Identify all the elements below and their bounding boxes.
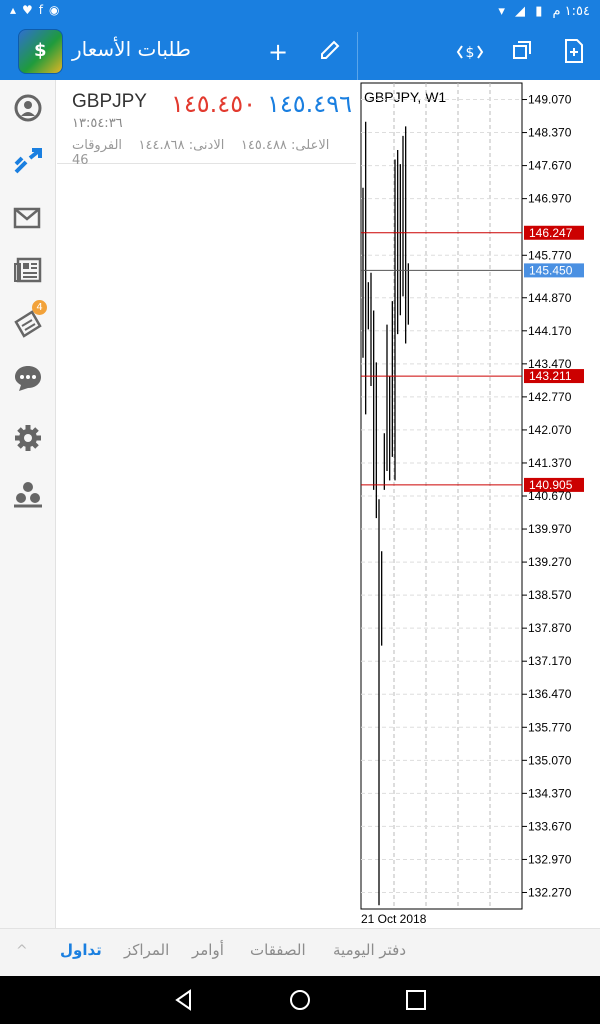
add-icon[interactable]: + <box>264 38 292 66</box>
chevron-up-icon[interactable]: ^ <box>16 943 30 959</box>
app-bar: طلبات الأسعار + $ <box>0 24 600 80</box>
ask-price: ١٤٥.٤٩٦ <box>267 90 352 118</box>
clock: ١:٥٤ م <box>552 4 590 19</box>
y-tick-label: 139.270 <box>528 555 572 569</box>
quote-row[interactable]: GBPJPY ١٤٥.٤٥٠ ١٤٥.٤٩٦ ١٣:٥٤:٣٦ الاعلى: … <box>57 84 356 168</box>
new-chart-icon[interactable] <box>560 38 588 66</box>
y-tick-label: 143.470 <box>528 357 572 371</box>
appbar-divider <box>357 32 358 80</box>
app-logo-icon[interactable] <box>18 29 63 74</box>
edit-icon[interactable] <box>316 38 344 66</box>
y-tick-label: 142.770 <box>528 390 572 404</box>
spread-label: الفروقات 46 <box>72 138 123 168</box>
y-tick-label: 147.670 <box>528 159 572 173</box>
y-tick-label: 132.970 <box>528 852 572 866</box>
y-tick-label: 148.370 <box>528 126 572 140</box>
chart-title: GBPJPY, W1 <box>364 89 446 105</box>
low-label: الادنى: ١٤٤.٨٦٨ <box>138 138 225 153</box>
status-bar: ▴♥f◉ ▾ ◢ ▮ ١:٥٤ م <box>0 0 600 24</box>
y-tick-label: 135.770 <box>528 720 572 734</box>
y-tick-label: 137.870 <box>528 621 572 635</box>
price-level-label: 143.211 <box>529 369 572 383</box>
community-icon[interactable] <box>12 478 44 510</box>
y-tick-label: 139.970 <box>528 522 572 536</box>
chart-panel[interactable]: GBPJPY, W1 21 Oct 2018 146.247 145.450 143… <box>357 80 600 928</box>
y-tick-label: 145.770 <box>528 248 572 262</box>
battery-icon: ▮ <box>535 4 543 19</box>
chart-date-label: 21 Oct 2018 <box>361 912 427 926</box>
y-tick-label: 144.870 <box>528 291 572 305</box>
y-tick-label: 149.070 <box>528 93 572 107</box>
bottom-nav: ^ تداول المراكز أوامر الصفقات دفتر اليوم… <box>0 928 600 976</box>
y-tick-label: 142.070 <box>528 423 572 437</box>
y-tick-label: 137.170 <box>528 654 572 668</box>
svg-text:$: $ <box>466 45 475 61</box>
low-high-spread: الاعلى: ١٤٥.٤٨٨ الادنى: ١٤٤.٨٦٨ الفروقات… <box>72 138 342 168</box>
tab-deals[interactable]: الصفقات <box>250 941 306 959</box>
home-icon[interactable] <box>288 988 312 1012</box>
y-tick-label: 140.670 <box>528 489 572 503</box>
y-tick-label: 146.970 <box>528 192 572 206</box>
account-icon[interactable] <box>12 92 44 124</box>
chat-icon[interactable] <box>12 362 44 394</box>
windows-icon[interactable] <box>508 38 536 66</box>
price-level-label: 146.247 <box>529 226 573 240</box>
settings-icon[interactable] <box>12 422 44 454</box>
tab-orders[interactable]: أوامر <box>192 941 224 959</box>
signal-icon: ◢ <box>515 4 526 19</box>
tab-journal[interactable]: دفتر اليومية <box>333 941 406 959</box>
system-nav-bar <box>0 976 600 1024</box>
y-tick-label: 136.470 <box>528 687 572 701</box>
status-right: ▾ ◢ ▮ ١:٥٤ م <box>492 4 590 19</box>
y-tick-label: 144.170 <box>528 324 572 338</box>
high-label: الاعلى: ١٤٥.٤٨٨ <box>240 138 330 153</box>
news-icon[interactable] <box>12 254 44 286</box>
back-icon[interactable] <box>172 988 196 1012</box>
calendar-icon[interactable] <box>12 308 44 340</box>
trade-nav-icon[interactable] <box>12 146 44 178</box>
notification-icons: ▴♥f◉ <box>10 3 66 17</box>
tab-positions[interactable]: المراكز <box>124 941 169 959</box>
symbol-name: GBPJPY <box>72 91 147 112</box>
price-chart[interactable]: GBPJPY, W1 21 Oct 2018 146.247 145.450 143… <box>357 80 600 928</box>
wifi-icon: ▾ <box>498 4 505 19</box>
page-title: طلبات الأسعار <box>72 37 191 61</box>
y-tick-label: 134.370 <box>528 786 572 800</box>
bid-price: ١٤٥.٤٥٠ <box>171 90 256 118</box>
y-tick-label: 133.670 <box>528 819 572 833</box>
y-tick-label: 135.070 <box>528 753 572 767</box>
recents-icon[interactable] <box>404 988 428 1012</box>
sidebar: 4 <box>0 80 56 928</box>
y-tick-label: 132.270 <box>528 885 572 899</box>
price-level-label: 145.450 <box>529 263 573 277</box>
trade-icon[interactable]: $ <box>456 38 484 66</box>
mail-icon[interactable] <box>12 202 44 234</box>
y-tick-label: 141.370 <box>528 456 572 470</box>
y-tick-label: 138.570 <box>528 588 572 602</box>
tab-trade[interactable]: تداول <box>60 941 102 959</box>
quote-time: ١٣:٥٤:٣٦ <box>72 116 123 131</box>
